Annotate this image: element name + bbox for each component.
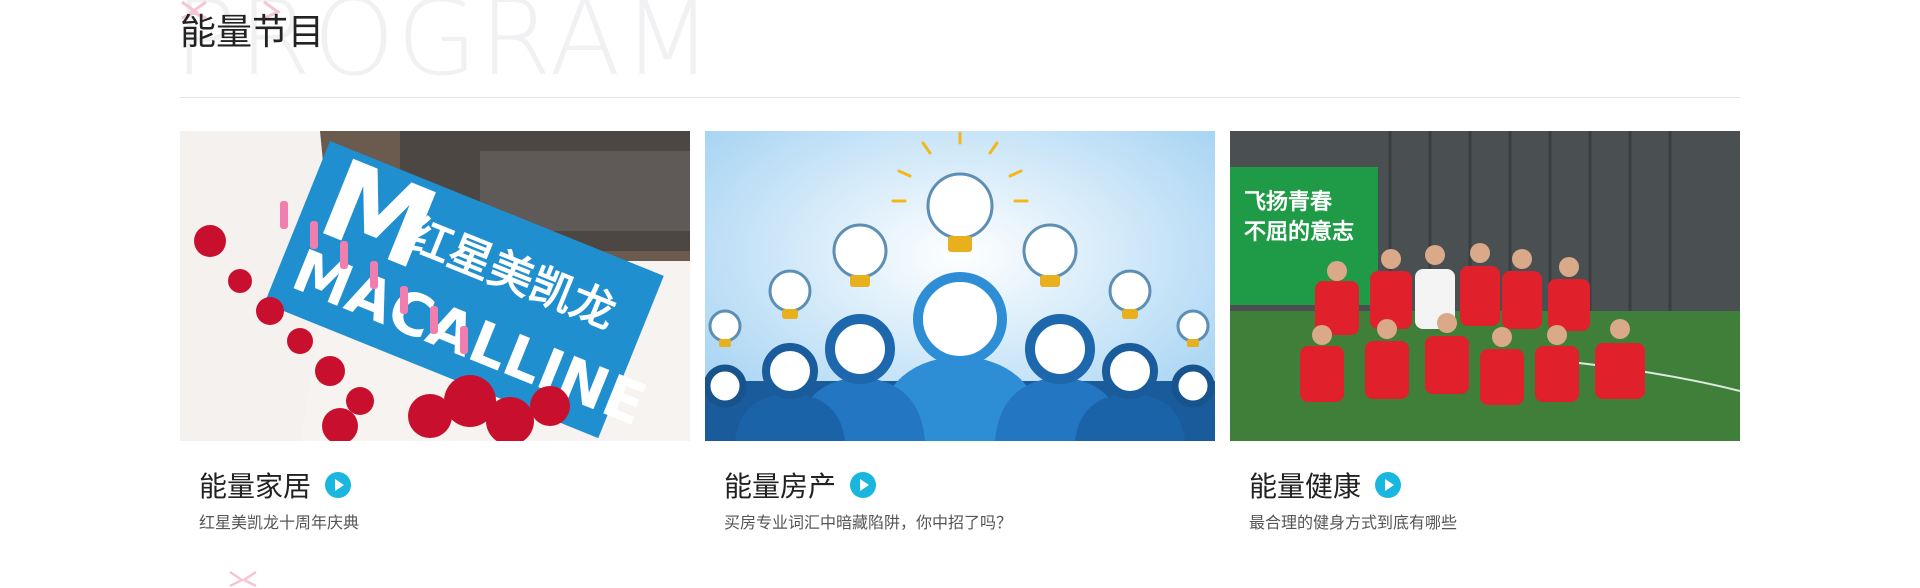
program-card-health[interactable]: 飞扬青春 不屈的意志 能量健康 最合理的健身方式到底有哪些 [1230, 131, 1740, 551]
banner-line-1: 飞扬青春 [1244, 190, 1332, 215]
card-subtitle: 红星美凯龙十周年庆典 [199, 513, 360, 532]
card-title-row[interactable]: 能量房产 [724, 465, 877, 505]
play-icon[interactable] [325, 472, 352, 498]
card-subtitle: 最合理的健身方式到底有哪些 [1249, 513, 1458, 532]
play-icon[interactable] [850, 472, 877, 498]
banner-line-2: 不屈的意志 [1244, 219, 1354, 245]
decorative-pink-ornament-bottom [229, 570, 257, 588]
card-image-celebration-cake[interactable]: M 红星美凯龙 MACALLINE [180, 131, 690, 441]
card-subtitle: 买房专业词汇中暗藏陷阱，你中招了吗？ [724, 513, 1013, 532]
section-title: 能量节目 [180, 12, 325, 53]
program-card-realestate[interactable]: 能量房产 买房专业词汇中暗藏陷阱，你中招了吗？ [705, 131, 1215, 551]
card-title-row[interactable]: 能量家居 [199, 465, 352, 505]
card-title[interactable]: 能量房产 [724, 465, 836, 505]
card-title[interactable]: 能量健康 [1249, 465, 1361, 505]
program-cards: M 红星美凯龙 MACALLINE 能量家居 红星美凯龙十周年庆典 能量房产 买… [180, 131, 1740, 551]
card-title[interactable]: 能量家居 [199, 465, 311, 505]
card-image-lightbulb-team[interactable] [705, 131, 1215, 441]
play-icon[interactable] [1375, 472, 1402, 498]
program-card-home[interactable]: M 红星美凯龙 MACALLINE 能量家居 红星美凯龙十周年庆典 [180, 131, 690, 551]
card-title-row[interactable]: 能量健康 [1249, 465, 1402, 505]
card-image-football-team[interactable]: 飞扬青春 不屈的意志 [1230, 131, 1740, 441]
section-divider [180, 97, 1740, 98]
